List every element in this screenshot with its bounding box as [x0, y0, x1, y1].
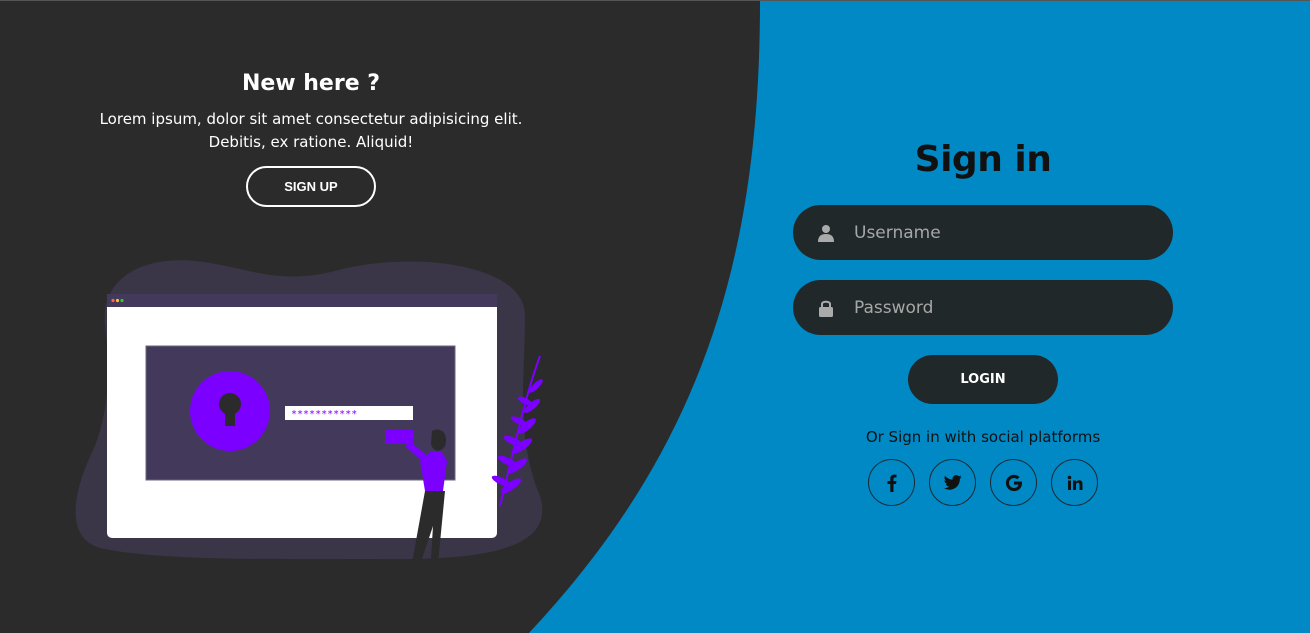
password-input[interactable] [854, 297, 1134, 318]
user-icon [818, 224, 834, 242]
facebook-glyph [887, 474, 896, 492]
social-text: Or Sign in with social platforms [865, 428, 1101, 446]
sign-in-form: Sign in LOGIN Or Sign in with social pla… [793, 139, 1173, 506]
linkedin-icon[interactable] [1051, 459, 1098, 506]
google-icon[interactable] [990, 459, 1037, 506]
social-icons [793, 459, 1173, 506]
new-here-panel: New here ? Lorem ipsum, dolor sit amet c… [61, 71, 561, 207]
linkedin-glyph [1067, 475, 1082, 490]
new-here-text-line2: Debitis, ex ratione. Aliquid! [208, 133, 414, 151]
sign-in-title: Sign in [914, 139, 1052, 180]
google-glyph [1005, 474, 1022, 491]
facebook-icon[interactable] [868, 459, 915, 506]
sign-up-button[interactable]: SIGN UP [246, 166, 376, 207]
browser-titlebar [107, 294, 497, 307]
twitter-icon[interactable] [929, 459, 976, 506]
login-button[interactable]: LOGIN [908, 355, 1058, 404]
lock-icon [819, 300, 833, 317]
login-illustration: *********** [75, 260, 543, 574]
new-here-title: New here ? [241, 71, 381, 96]
password-field[interactable] [793, 280, 1173, 335]
new-here-text-line1: Lorem ipsum, dolor sit amet consectetur … [99, 110, 523, 128]
username-input[interactable] [854, 222, 1134, 243]
login-mini-button [385, 430, 413, 444]
twitter-glyph [943, 475, 962, 490]
password-mask: *********** [291, 409, 357, 420]
username-field[interactable] [793, 205, 1173, 260]
